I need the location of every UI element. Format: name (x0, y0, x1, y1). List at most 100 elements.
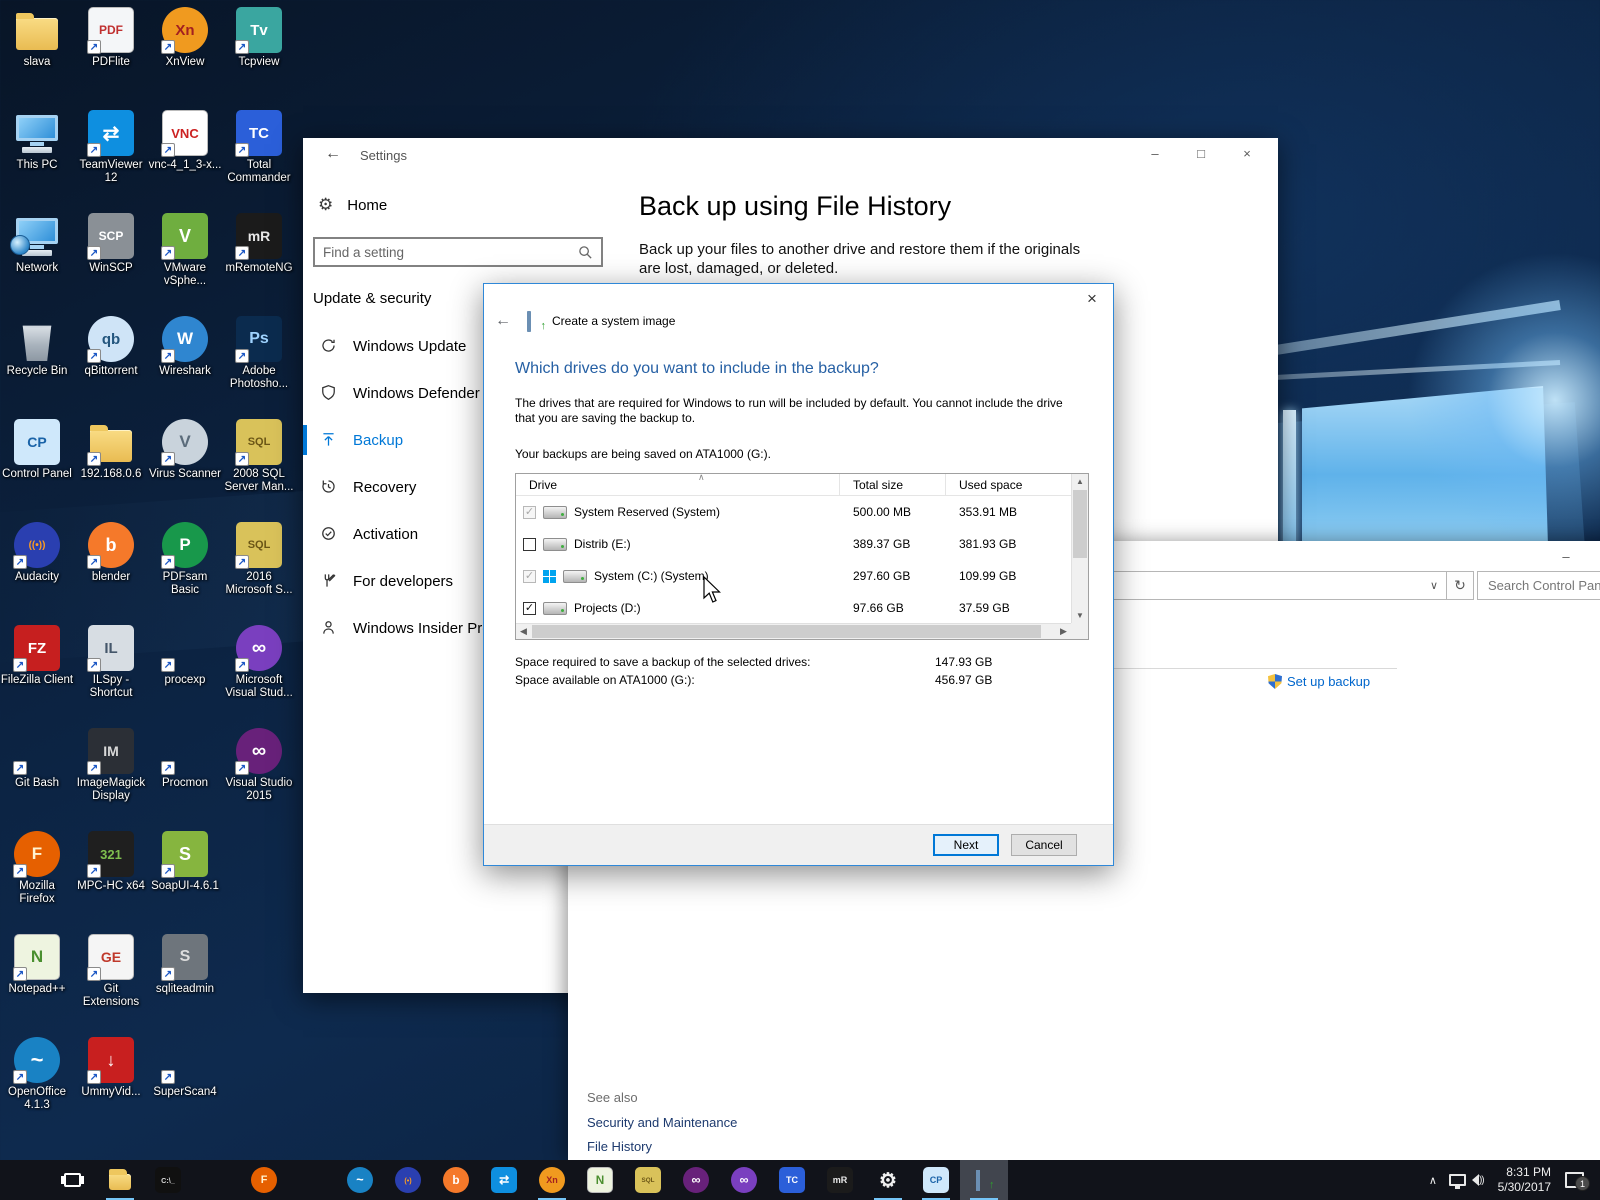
search-input[interactable]: Find a setting (313, 237, 603, 267)
desktop-icon-git-extensions[interactable]: GE ↗ Git Extensions (74, 930, 148, 1033)
desktop-icon-vmware-vsphe[interactable]: V ↗ VMware vSphe... (148, 209, 222, 312)
column-header-used-space[interactable]: Used space (946, 474, 1042, 495)
security-and-maintenance-link[interactable]: Security and Maintenance (587, 1115, 737, 1130)
horizontal-scrollbar[interactable]: ◀ ▶ (516, 623, 1071, 639)
desktop-icon-ilspy-shortcut[interactable]: IL ↗ ILSpy - Shortcut (74, 621, 148, 724)
desktop-icon-mpc-hc-x64[interactable]: 321 ↗ MPC-HC x64 (74, 827, 148, 930)
desktop-icon-total-commander[interactable]: TC ↗ Total Commander (222, 106, 296, 209)
desktop-icon-wireshark[interactable]: W ↗ Wireshark (148, 312, 222, 415)
taskbar-system-image-wizard[interactable]: ↑ (960, 1160, 1008, 1200)
taskbar-start-button[interactable] (0, 1160, 48, 1200)
close-button[interactable]: × (1224, 138, 1270, 168)
desktop-icon-teamviewer-12[interactable]: ⇄ ↗ TeamViewer 12 (74, 106, 148, 209)
desktop-icon-openoffice-4-1-3[interactable]: ~ ↗ OpenOffice 4.1.3 (0, 1033, 74, 1136)
desktop-icon-slava[interactable]: slava (0, 3, 74, 106)
taskbar-audacity[interactable]: (•) (384, 1160, 432, 1200)
tray-clock[interactable]: 8:31 PM 5/30/2017 (1490, 1165, 1559, 1195)
refresh-button[interactable]: ↻ (1447, 571, 1474, 600)
control-panel-search-input[interactable]: Search Control Panel (1477, 571, 1600, 600)
desktop-icon-recycle-bin[interactable]: Recycle Bin (0, 312, 74, 415)
desktop-icon-qbittorrent[interactable]: qb ↗ qBittorrent (74, 312, 148, 415)
desktop-icon-notepad[interactable]: N ↗ Notepad++ (0, 930, 74, 1033)
next-button[interactable]: Next (933, 834, 999, 856)
desktop-icon-pdflite[interactable]: PDF ↗ PDFlite (74, 3, 148, 106)
minimize-button[interactable]: – (1132, 138, 1178, 168)
maximize-button[interactable]: □ (1178, 138, 1224, 168)
chevron-down-icon[interactable]: ∨ (1422, 579, 1446, 592)
taskbar-vs-community[interactable]: ∞ (720, 1160, 768, 1200)
taskbar-task-view-button[interactable] (48, 1160, 96, 1200)
desktop-icon-mremoteng[interactable]: mR ↗ mRemoteNG (222, 209, 296, 312)
desktop-icon-2008-sql-server-man[interactable]: SQL ↗ 2008 SQL Server Man... (222, 415, 296, 518)
taskbar-total-commander[interactable]: TC (768, 1160, 816, 1200)
drive-row[interactable]: ✓ System (C:) (System) 297.60 GB 109.99 GB (516, 560, 1071, 592)
taskbar-xnview[interactable]: Xn (528, 1160, 576, 1200)
desktop-icon-procexp[interactable]: ↗ procexp (148, 621, 222, 724)
drive-checkbox[interactable] (523, 537, 536, 551)
scroll-right-icon[interactable]: ▶ (1056, 624, 1071, 639)
taskbar-teamviewer[interactable]: ⇄ (480, 1160, 528, 1200)
action-center-icon[interactable]: 1 (1565, 1172, 1590, 1191)
network-icon[interactable] (1448, 1174, 1466, 1189)
desktop-icon-microsoft-visual-stud[interactable]: ∞ ↗ Microsoft Visual Stud... (222, 621, 296, 724)
taskbar-file-explorer[interactable] (96, 1160, 144, 1200)
desktop-icon-ummyvid[interactable]: ↓ ↗ UmmyVid... (74, 1033, 148, 1136)
tray-chevron-icon[interactable]: ∧ (1423, 1174, 1443, 1187)
back-icon[interactable]: ← (495, 312, 519, 330)
cancel-button[interactable]: Cancel (1011, 834, 1077, 856)
desktop-icon-sqliteadmin[interactable]: S ↗ sqliteadmin (148, 930, 222, 1033)
taskbar-command-prompt[interactable]: C:\_ (144, 1160, 192, 1200)
close-button[interactable]: × (1079, 288, 1105, 310)
vertical-scrollbar[interactable]: ▲ ▼ (1071, 474, 1088, 623)
scrollbar-thumb[interactable] (1073, 490, 1087, 558)
desktop-icon-soapui-4-6-1[interactable]: S ↗ SoapUI-4.6.1 (148, 827, 222, 930)
desktop-icon-procmon[interactable]: ↗ Procmon (148, 724, 222, 827)
set-up-backup-link[interactable]: Set up backup (1268, 674, 1370, 689)
desktop-icon-visual-studio-2015[interactable]: ∞ ↗ Visual Studio 2015 (222, 724, 296, 827)
desktop-icon-tcpview[interactable]: Tv ↗ Tcpview (222, 3, 296, 106)
taskbar-openoffice[interactable]: ~ (336, 1160, 384, 1200)
drive-row[interactable]: Distrib (E:) 389.37 GB 381.93 GB (516, 528, 1071, 560)
column-header-drive[interactable]: Drive ∧ (516, 472, 840, 495)
file-history-link[interactable]: File History (587, 1139, 737, 1154)
drive-row[interactable]: ✓ Projects (D:) 97.66 GB 37.59 GB (516, 592, 1071, 623)
taskbar-control-panel[interactable]: CP (912, 1160, 960, 1200)
taskbar-firefox[interactable]: F (240, 1160, 288, 1200)
scroll-up-icon[interactable]: ▲ (1072, 474, 1088, 489)
desktop-icon-this-pc[interactable]: This PC (0, 106, 74, 209)
desktop-icon-mozilla-firefox[interactable]: F ↗ Mozilla Firefox (0, 827, 74, 930)
desktop-icon-imagemagick-display[interactable]: IM ↗ ImageMagick Display (74, 724, 148, 827)
desktop-icon-network[interactable]: Network (0, 209, 74, 312)
back-icon[interactable]: ← (318, 145, 348, 163)
taskbar-blender[interactable]: b (432, 1160, 480, 1200)
desktop-icon-blender[interactable]: b ↗ blender (74, 518, 148, 621)
desktop-icon-virus-scanner[interactable]: V ↗ Virus Scanner (148, 415, 222, 518)
minimize-button[interactable]: – (1551, 549, 1581, 564)
scrollbar-thumb[interactable] (532, 625, 1041, 638)
taskbar-visual-studio[interactable]: ∞ (672, 1160, 720, 1200)
taskbar-mremoteng[interactable]: mR (816, 1160, 864, 1200)
taskbar-process-explorer[interactable] (192, 1160, 240, 1200)
column-header-total-size[interactable]: Total size (840, 474, 946, 495)
desktop-icon-superscan4[interactable]: ↗ SuperScan4 (148, 1033, 222, 1136)
desktop-icon-xnview[interactable]: Xn ↗ XnView (148, 3, 222, 106)
drive-checkbox[interactable]: ✓ (523, 601, 536, 615)
taskbar-colorful-app[interactable] (288, 1160, 336, 1200)
desktop-icon-vnc-4-1-3-x[interactable]: VNC ↗ vnc-4_1_3-x... (148, 106, 222, 209)
desktop-icon-winscp[interactable]: SCP ↗ WinSCP (74, 209, 148, 312)
sidebar-item-home[interactable]: ⚙ Home (318, 195, 387, 215)
desktop-icon-pdfsam-basic[interactable]: P ↗ PDFsam Basic (148, 518, 222, 621)
taskbar-sql-tools[interactable]: SQL (624, 1160, 672, 1200)
desktop-icon-git-bash[interactable]: ↗ Git Bash (0, 724, 74, 827)
desktop-icon-192-168-0-6[interactable]: ↗ 192.168.0.6 (74, 415, 148, 518)
drive-row[interactable]: ✓ System Reserved (System) 500.00 MB 353.91… (516, 496, 1071, 528)
desktop-icon-adobe-photosho[interactable]: Ps ↗ Adobe Photosho... (222, 312, 296, 415)
desktop-icon-filezilla-client[interactable]: FZ ↗ FileZilla Client (0, 621, 74, 724)
scroll-left-icon[interactable]: ◀ (516, 624, 531, 639)
desktop-icon-2016-microsoft-s[interactable]: SQL ↗ 2016 Microsoft S... (222, 518, 296, 621)
desktop-icon-audacity[interactable]: ((•)) ↗ Audacity (0, 518, 74, 621)
desktop-icon-control-panel[interactable]: CP Control Panel (0, 415, 74, 518)
scroll-down-icon[interactable]: ▼ (1072, 608, 1088, 623)
volume-icon[interactable]: )) (1471, 1174, 1485, 1186)
taskbar-notepad-plus-plus[interactable]: N (576, 1160, 624, 1200)
